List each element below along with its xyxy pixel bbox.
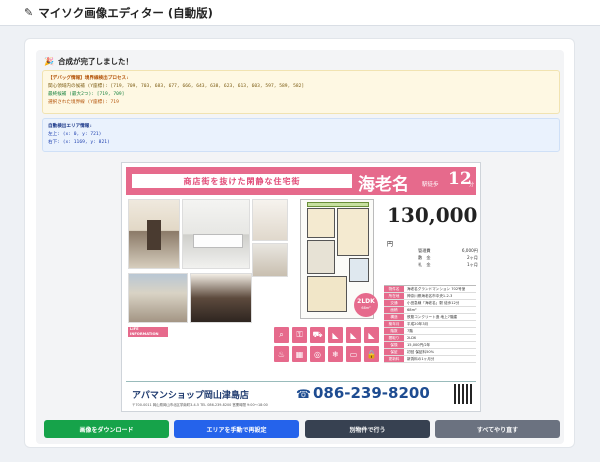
fee-row: 敷 金 2ヶ月 [418, 255, 478, 260]
kitchen-icon: ▦ [292, 346, 307, 362]
spec-row: 面積 68m² [384, 307, 476, 314]
shoe-icon: ◣ [364, 327, 379, 343]
fee-row: 礼 金 1ヶ月 [418, 262, 478, 267]
manual-area-button[interactable]: エリアを手動で再設定 [174, 420, 299, 438]
debug-title: 【デバッグ情報】境界線検出プロセス: [48, 76, 129, 81]
life-info-title: LIFE INFORMATION [128, 327, 168, 337]
rent-price-value: 130,000 [387, 203, 478, 227]
area-bottom-right: 右下: (x: 1169, y: 821) [48, 140, 110, 145]
spec-row: 保険 15,000円/2年 [384, 342, 476, 349]
shoe-icon: ◣ [328, 327, 343, 343]
debug-info-box: 【デバッグ情報】境界線検出プロセス: 関心領域内の候補 (Y座標): [719,… [42, 70, 560, 114]
washer-icon: ◎ [310, 346, 325, 362]
debug-final-candidates: 最終候補 (最大2つ): [719, 709] [48, 92, 125, 97]
flyer-banner: 商店街を抜けた閑静な住宅街 海老名 駅徒歩 12 分 [126, 167, 476, 195]
interior-photo-washroom [252, 243, 288, 277]
flyer-minutes-unit: 分 [469, 182, 475, 188]
interior-photo-entrance-hall [190, 273, 252, 323]
page-title: マイソク画像エディター (自動版) [38, 5, 213, 20]
flyer-walk-label: 駅徒歩 [422, 182, 439, 188]
shop-phone-number: 086-239-8200 [312, 384, 430, 402]
aircon-icon: ❄ [328, 346, 343, 362]
spec-row: 階数 7階 [384, 328, 476, 335]
spec-row: 物件名 海老名グランドマンション 702号室 [384, 286, 476, 293]
rent-price: 130,000 円 [387, 203, 480, 251]
area-title: 自動検出エリア情報: [48, 124, 93, 129]
interior-photo-entrance [128, 199, 180, 269]
rent-price-unit: 円 [387, 241, 394, 248]
flyer-footer: アパマンショップ岡山津島店 ☎ 086-239-8200 〒700-0011 岡山… [126, 381, 476, 409]
key-icon: ⚿ [292, 327, 307, 343]
qr-code [454, 384, 474, 404]
party-popper-icon: 🎉 [44, 57, 54, 66]
start-over-button[interactable]: すべてやり直す [435, 420, 560, 438]
exterior-photo-building [128, 273, 188, 323]
spec-row: 築年月 平成20年3月 [384, 321, 476, 328]
amenity-icons: ⌕ ⚿ ⛟ ◣ ◣ ◣ ♨ ▦ ◎ ❄ ▭ 🔒 [274, 327, 380, 362]
fee-row: 管理費 6,000円 [418, 248, 478, 253]
shop-phone: ☎ 086-239-8200 [296, 384, 430, 402]
debug-selected-boundary: 選択された境界線 (Y座標): 719 [48, 100, 119, 105]
car-icon: ⛟ [310, 327, 325, 343]
success-message: 🎉 合成が完了しました！ [44, 56, 133, 67]
flyer-catchphrase: 商店街を抜けた閑静な住宅街 [132, 174, 352, 188]
flyer-station: 海老名 [358, 175, 409, 195]
app-header: ✎ マイソク画像エディター (自動版) [0, 0, 600, 26]
interior-photo-bath [252, 199, 288, 241]
life-information: LIFE INFORMATION [128, 327, 268, 379]
spec-row: 保証 初回 保証料50% [384, 349, 476, 356]
debug-candidates: 関心領域内の候補 (Y座標): [719, 709, 703, 683, 677… [48, 84, 305, 89]
layout-size: 68m² [361, 306, 371, 310]
shop-name: アパマンショップ岡山津島店 [132, 391, 249, 401]
spec-row: 交通 小田急線「海老名」駅 徒歩12分 [384, 300, 476, 307]
spec-row: 更新料 新賃料の1ヶ月分 [384, 356, 476, 363]
area-top-left: 左上: (x: 0, y: 721) [48, 132, 102, 137]
shoe-icon: ◣ [346, 327, 361, 343]
layout-badge: 2LDK 68m² [354, 293, 378, 317]
spec-row: 所在地 神奈川県海老名市中央1-2-3 [384, 293, 476, 300]
phone-icon: ☎ [296, 387, 311, 401]
search-icon: ⌕ [274, 327, 289, 343]
spec-table: 物件名 海老名グランドマンション 702号室 所在地 神奈川県海老名市中央1-2-3… [384, 285, 476, 363]
success-text: 合成が完了しました！ [57, 57, 133, 66]
tv-icon: ▭ [346, 346, 361, 362]
area-info-box: 自動検出エリア情報: 左上: (x: 0, y: 721) 右下: (x: 11… [42, 118, 560, 152]
bath-icon: ♨ [274, 346, 289, 362]
shop-address: 〒700-0011 岡山県岡山市北区学南町3-4-5 TEL 086-239-8… [132, 403, 268, 407]
fee-list: 管理費 6,000円 敷 金 2ヶ月 礼 金 1ヶ月 [418, 247, 478, 268]
composited-flyer-image: 商店街を抜けた閑静な住宅街 海老名 駅徒歩 12 分 2LDK 68m² 130… [121, 162, 481, 412]
other-property-button[interactable]: 別物件で行う [305, 420, 430, 438]
lock-icon: 🔒 [364, 346, 379, 362]
download-image-button[interactable]: 画像をダウンロード [44, 420, 169, 438]
interior-photo-kitchen [182, 199, 250, 269]
spec-row: 間取り 2LDK [384, 335, 476, 342]
pencil-icon: ✎ [24, 6, 34, 19]
spec-row: 構造 鉄筋コンクリート造 地上7階建 [384, 314, 476, 321]
